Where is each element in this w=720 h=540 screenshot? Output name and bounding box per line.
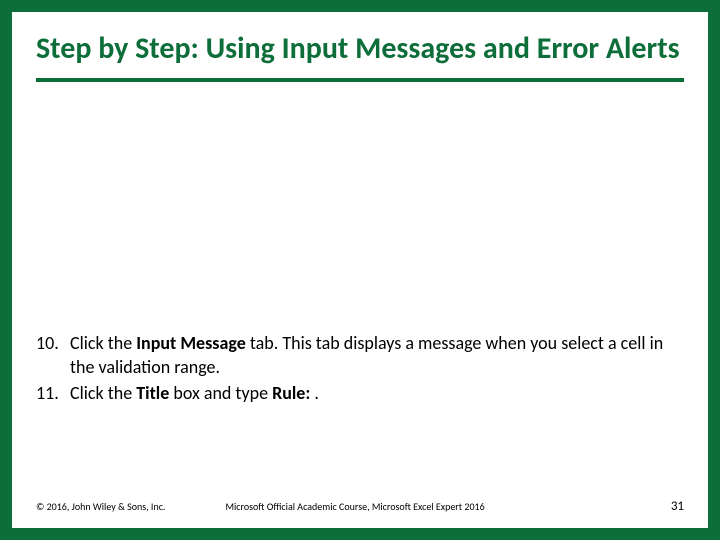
- course-name: Microsoft Official Academic Course, Micr…: [225, 500, 670, 513]
- slide: Step by Step: Using Input Messages and E…: [12, 12, 708, 528]
- numbered-list: 10. Click the Input Message tab. This ta…: [36, 332, 684, 405]
- footer: © 2016, John Wiley & Sons, Inc. Microsof…: [36, 499, 684, 514]
- body-text: 10. Click the Input Message tab. This ta…: [36, 332, 684, 407]
- title-underline: [36, 78, 684, 82]
- item-number: 11.: [36, 382, 70, 406]
- slide-title: Step by Step: Using Input Messages and E…: [36, 32, 684, 66]
- item-text: Click the Title box and type Rule: .: [70, 382, 684, 406]
- item-text: Click the Input Message tab. This tab di…: [70, 332, 684, 380]
- copyright: © 2016, John Wiley & Sons, Inc.: [36, 500, 165, 513]
- list-item: 10. Click the Input Message tab. This ta…: [36, 332, 684, 380]
- item-number: 10.: [36, 332, 70, 380]
- page-number: 31: [671, 499, 684, 514]
- list-item: 11. Click the Title box and type Rule: .: [36, 382, 684, 406]
- title-block: Step by Step: Using Input Messages and E…: [12, 12, 708, 74]
